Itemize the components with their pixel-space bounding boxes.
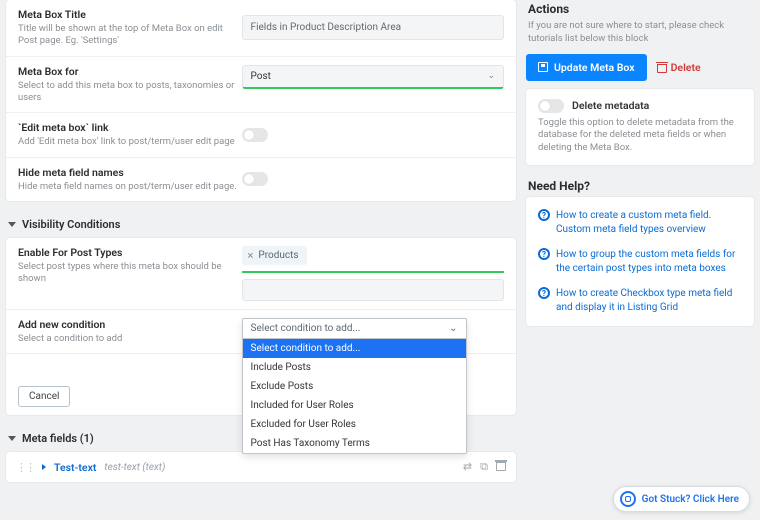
cancel-button[interactable]: Cancel [18, 386, 70, 407]
condition-option[interactable]: Included for User Roles [243, 396, 466, 415]
trash-icon[interactable] [496, 460, 506, 471]
delete-metadata-card: Delete metadata Toggle this option to de… [526, 89, 754, 165]
help-link[interactable]: How to create Checkbox type meta field a… [556, 287, 742, 314]
save-icon [538, 62, 548, 72]
condition-dropdown: Select condition to add... ⌄ Select cond… [242, 318, 467, 454]
bot-icon [620, 491, 636, 507]
help-link[interactable]: How to create a custom meta field. Custo… [556, 209, 742, 236]
hide-names-desc: Hide meta field names on post/term/user … [18, 181, 242, 193]
metabox-title-input[interactable] [242, 15, 504, 40]
visibility-heading[interactable]: Visibility Conditions [6, 211, 516, 238]
help-heading: Need Help? [526, 177, 754, 197]
metafields-card: ⋮⋮ Test-text test-text (text) ⇄ ⧉ [6, 452, 516, 482]
metafield-name: Test-text [54, 461, 96, 474]
metabox-for-value: Post [251, 71, 271, 82]
metabox-for-label: Meta Box for [18, 65, 242, 78]
condition-option[interactable]: Excluded for User Roles [243, 415, 466, 434]
shuffle-icon[interactable]: ⇄ [463, 460, 472, 474]
actions-heading: Actions [526, 0, 754, 20]
visibility-card: Enable For Post Types Select post types … [6, 238, 516, 415]
enable-posttypes-label: Enable For Post Types [18, 246, 242, 259]
help-icon: ? [538, 248, 550, 260]
delete-metadata-title: Delete metadata [572, 99, 649, 112]
actions-note: If you are not sure where to start, plea… [526, 20, 754, 54]
got-stuck-button[interactable]: Got Stuck? Click Here [613, 486, 750, 512]
add-condition-desc: Select a condition to add [18, 333, 242, 345]
metafield-slug: test-text (text) [104, 462, 165, 473]
metabox-settings-card: Meta Box Title Title will be shown at th… [6, 0, 516, 201]
remove-tag-icon[interactable]: × [248, 249, 254, 262]
hide-names-label: Hide meta field names [18, 166, 242, 179]
enable-posttypes-desc: Select post types where this meta box sh… [18, 261, 242, 286]
trash-icon [657, 62, 667, 73]
chevron-right-icon [42, 464, 46, 470]
help-card: ? How to create a custom meta field. Cus… [526, 197, 754, 326]
help-icon: ? [538, 209, 550, 221]
help-link[interactable]: How to group the custom meta fields for … [556, 248, 742, 275]
posttype-add-input[interactable] [242, 279, 504, 301]
chevron-down-icon [8, 436, 16, 441]
condition-select[interactable]: Select condition to add... ⌄ [243, 319, 466, 339]
delete-metadata-desc: Toggle this option to delete metadata fr… [538, 117, 742, 155]
condition-option[interactable]: Post Has Taxonomy Terms [243, 434, 466, 453]
posttype-tag[interactable]: × Products [242, 246, 307, 265]
help-icon: ? [538, 287, 550, 299]
hide-names-toggle[interactable] [242, 172, 268, 186]
metabox-title-label: Meta Box Title [18, 8, 242, 21]
chevron-down-icon [8, 222, 16, 227]
metabox-title-desc: Title will be shown at the top of Meta B… [18, 23, 242, 48]
edit-link-desc: Add 'Edit meta box' link to post/term/us… [18, 136, 242, 148]
add-condition-label: Add new condition [18, 318, 242, 331]
condition-option[interactable]: Exclude Posts [243, 377, 466, 396]
edit-link-label: `Edit meta box` link [18, 121, 242, 134]
edit-link-toggle[interactable] [242, 128, 268, 142]
condition-option[interactable]: Select condition to add... [243, 339, 466, 358]
delete-button[interactable]: Delete [657, 61, 701, 74]
chevron-down-icon: ⌄ [449, 323, 457, 334]
metabox-for-select[interactable]: Post ⌄ [242, 65, 504, 89]
metabox-for-desc: Select to add this meta box to posts, ta… [18, 80, 242, 105]
condition-option[interactable]: Include Posts [243, 358, 466, 377]
metafield-row[interactable]: ⋮⋮ Test-text test-text (text) ⇄ ⧉ [6, 452, 516, 482]
delete-metadata-toggle[interactable] [538, 99, 564, 113]
drag-handle-icon[interactable]: ⋮⋮ [16, 461, 34, 474]
copy-icon[interactable]: ⧉ [480, 460, 488, 474]
chevron-down-icon: ⌄ [487, 71, 495, 81]
update-metabox-button[interactable]: Update Meta Box [526, 54, 647, 81]
